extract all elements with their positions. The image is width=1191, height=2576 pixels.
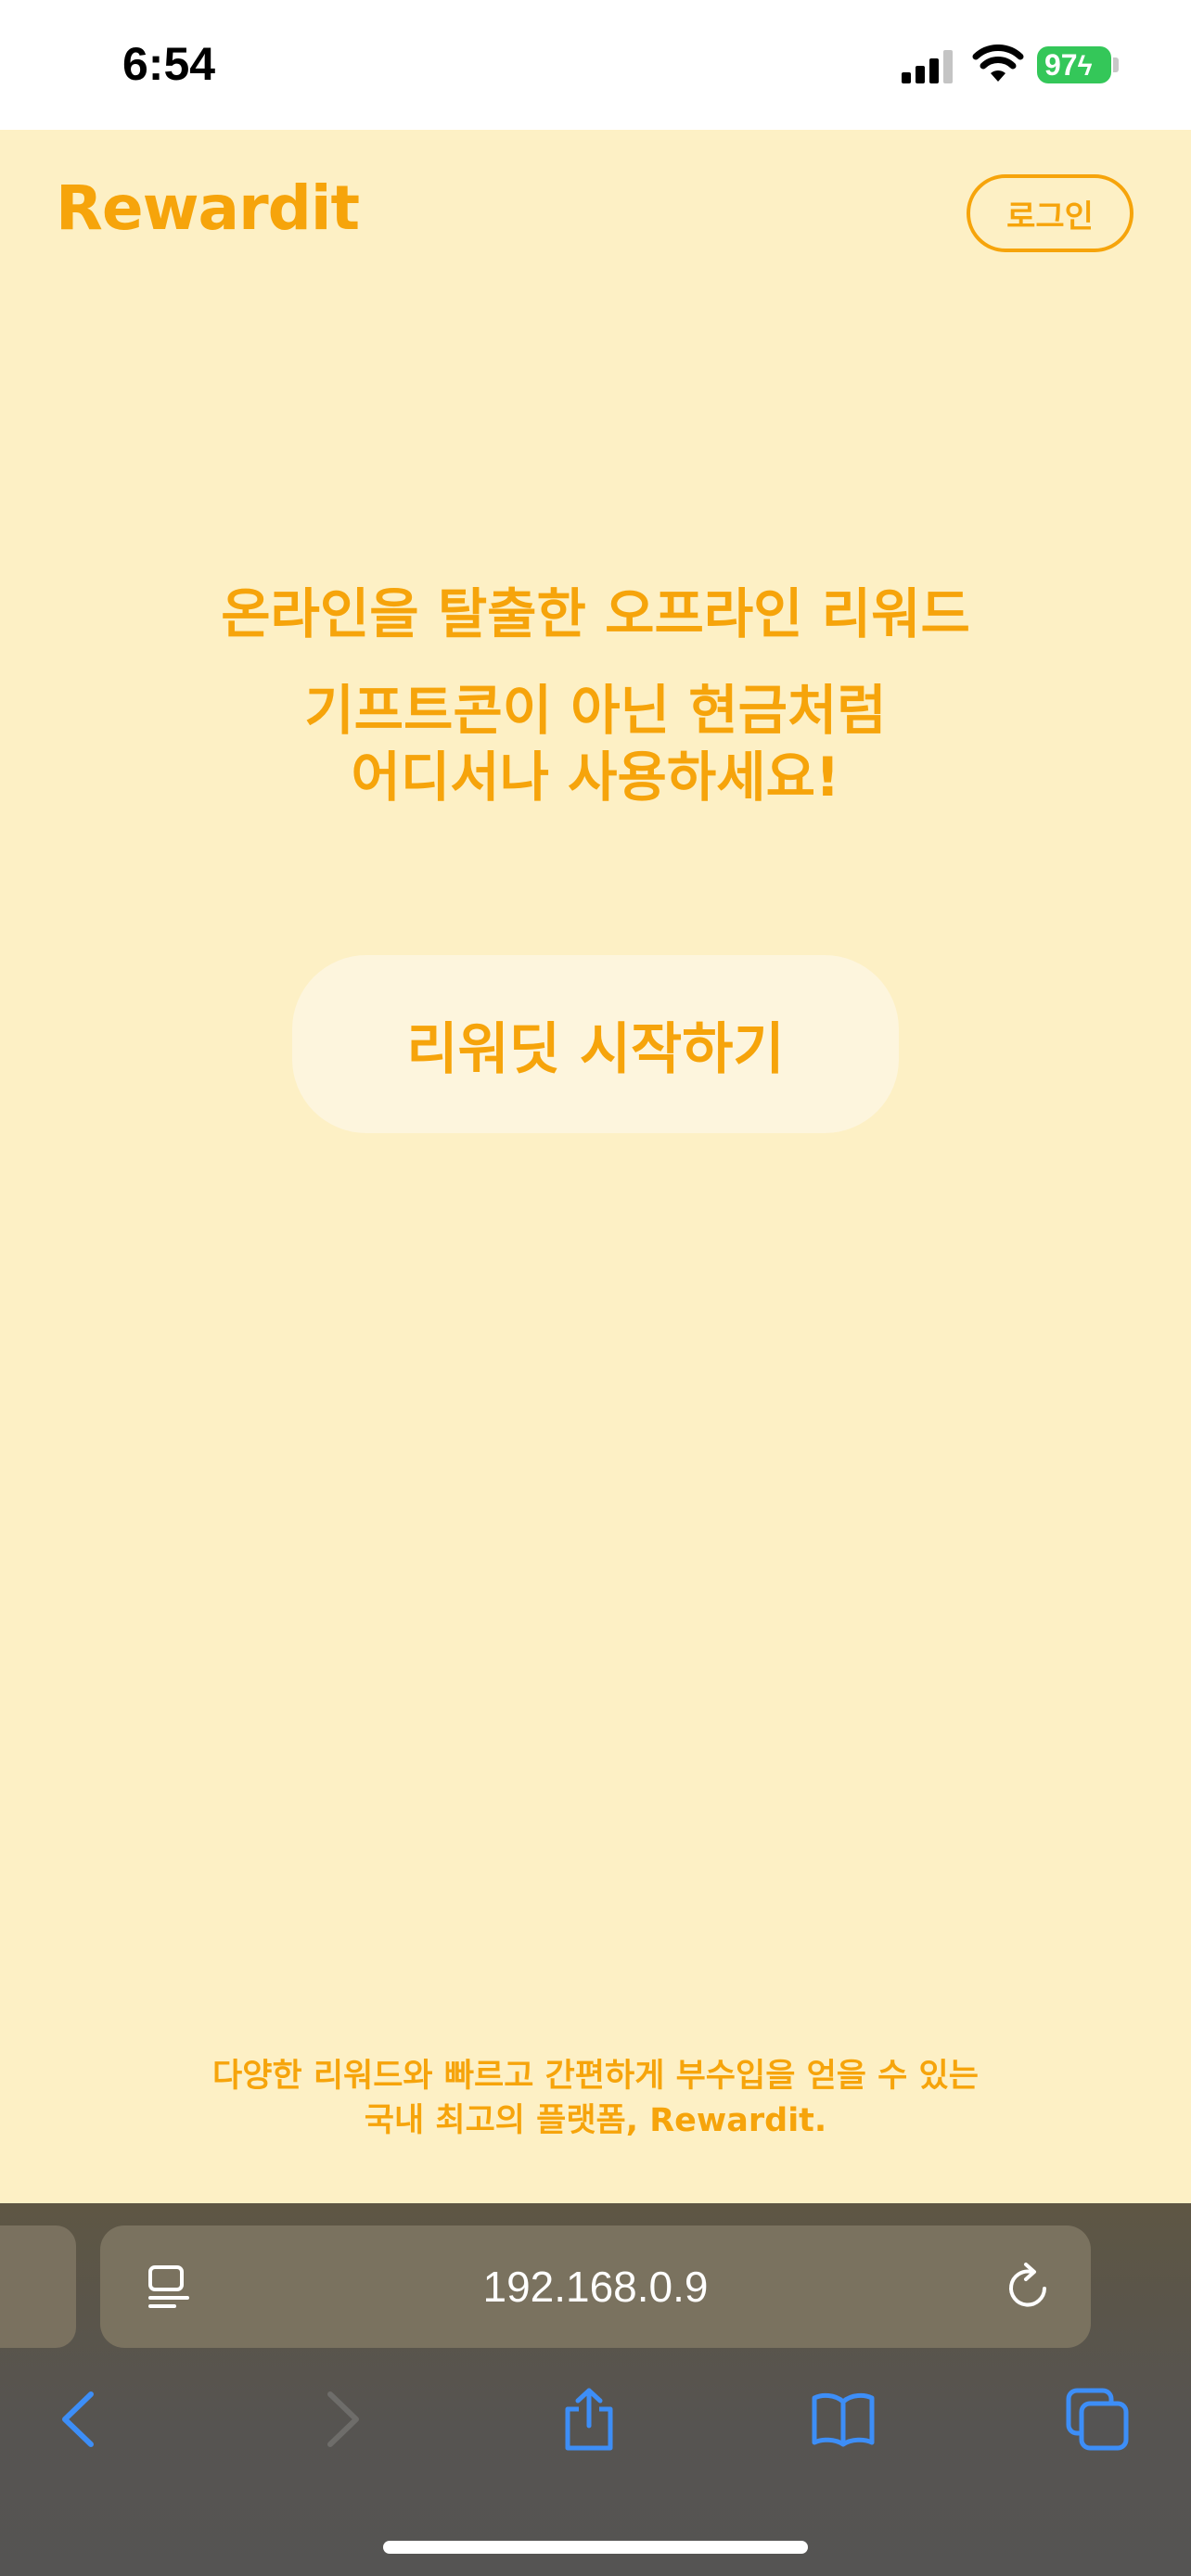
url-text[interactable]: 192.168.0.9 (100, 2225, 1091, 2348)
footer-tagline: 다양한 리워드와 빠르고 간편하게 부수입을 얻을 수 있는 국내 최고의 플랫… (0, 2054, 1191, 2143)
back-icon[interactable] (48, 2387, 113, 2452)
wifi-icon (972, 45, 1024, 82)
bookmarks-icon[interactable] (811, 2387, 876, 2452)
footer-tagline-line1: 다양한 리워드와 빠르고 간편하게 부수입을 얻을 수 있는 (212, 2058, 979, 2095)
battery-indicator: 97ϟ (1037, 46, 1111, 83)
battery-cap (1113, 57, 1119, 72)
previous-tab-preview[interactable] (0, 2225, 76, 2348)
status-bar: 6:54 97ϟ (0, 0, 1191, 130)
share-icon[interactable] (557, 2387, 621, 2452)
reload-icon[interactable] (1004, 2261, 1056, 2313)
start-button[interactable]: 리워딧 시작하기 (292, 955, 899, 1133)
footer-tagline-line2: 국내 최고의 플랫폼, Rewardit. (364, 2102, 827, 2139)
brand-logo[interactable]: Rewardit (56, 172, 360, 244)
address-bar[interactable]: 192.168.0.9 (100, 2225, 1091, 2348)
battery-level: 97 (1044, 48, 1078, 82)
tabs-icon[interactable] (1065, 2387, 1130, 2452)
hero-subheadline: 기프트콘이 아닌 현금처럼 어디서나 사용하세요! (0, 677, 1191, 810)
hero-subheadline-line2: 어디서나 사용하세요! (351, 746, 840, 809)
page-content: Rewardit 로그인 온라인을 탈출한 오프라인 리워드 기프트콘이 아닌 … (0, 130, 1191, 2203)
status-time: 6:54 (122, 38, 216, 90)
hero-subheadline-line1: 기프트콘이 아닌 현금처럼 (304, 679, 887, 742)
browser-toolbar: 192.168.0.9 (0, 2203, 1191, 2576)
home-indicator (383, 2541, 808, 2554)
login-button[interactable]: 로그인 (967, 174, 1133, 252)
cellular-signal-icon (902, 50, 953, 83)
forward-icon[interactable] (308, 2387, 373, 2452)
hero-headline: 온라인을 탈출한 오프라인 리워드 (221, 582, 970, 645)
charging-bolt-icon: ϟ (1077, 51, 1093, 82)
